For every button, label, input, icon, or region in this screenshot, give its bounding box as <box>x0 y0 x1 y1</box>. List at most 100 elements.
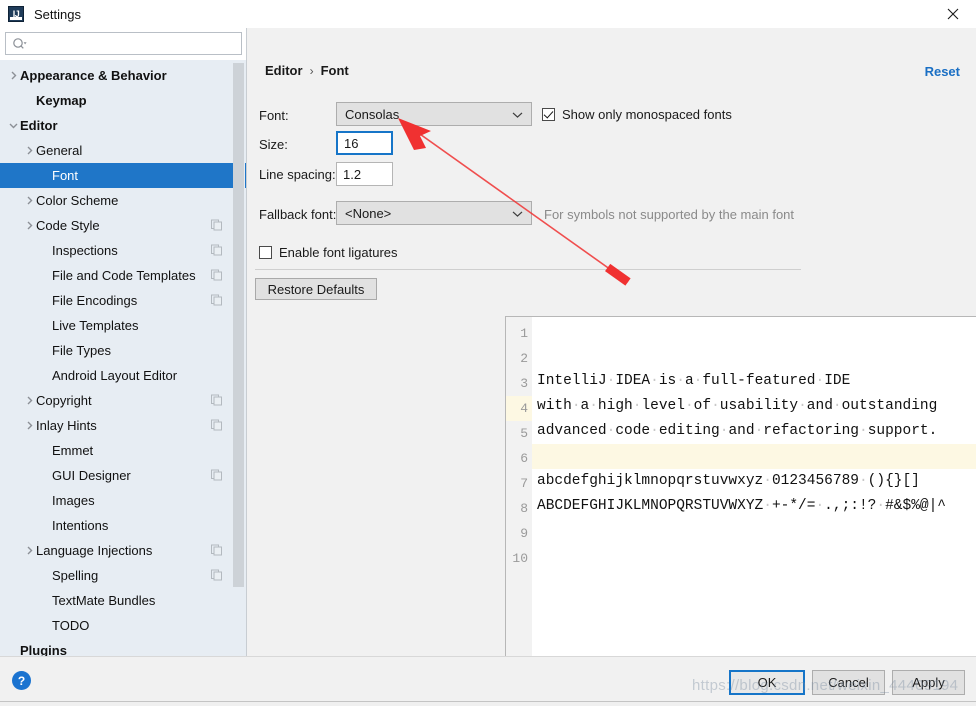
sidebar-item-label: GUI Designer <box>52 468 131 483</box>
settings-sidebar: Appearance & Behavior Keymap Editor General… <box>0 28 247 656</box>
search-icon <box>12 37 27 51</box>
sidebar-item-keymap[interactable]: Keymap <box>0 88 246 113</box>
search-box[interactable] <box>5 32 242 55</box>
sidebar-item-label: File Types <box>52 343 112 358</box>
size-input[interactable] <box>336 131 393 155</box>
close-icon[interactable] <box>930 0 976 28</box>
sidebar-item-language-injections[interactable]: Language Injections <box>0 538 246 563</box>
project-scope-icon <box>211 418 222 433</box>
chevron-right-icon[interactable] <box>22 221 36 230</box>
help-question-icon[interactable]: ? <box>12 671 31 690</box>
chevron-right-icon[interactable] <box>22 546 36 555</box>
sidebar-item-label: Spelling <box>52 568 99 583</box>
fallback-font-select[interactable]: <None> <box>336 201 532 225</box>
show-monospaced-checkbox-row[interactable]: Show only monospaced fonts <box>542 107 732 122</box>
preview-code-line: with·a·high·level·of·usability·and·outst… <box>537 398 938 414</box>
editor-code-area[interactable]: IntelliJ·IDEA·is·a·full-featured·IDE with… <box>532 317 976 683</box>
sidebar-item-live-templates[interactable]: Live Templates <box>0 313 246 338</box>
sidebar-item-file-types[interactable]: File Types <box>0 338 246 363</box>
project-scope-icon <box>211 268 222 283</box>
project-scope-icon <box>211 568 222 583</box>
breadcrumb-separator-icon: › <box>309 63 314 78</box>
restore-defaults-button[interactable]: Restore Defaults <box>255 278 377 300</box>
breadcrumb-parent[interactable]: Editor <box>265 63 303 78</box>
font-preview-editor[interactable]: 1 2 3 4 5 6 7 8 9 10 IntelliJ·IDEA·is·a·full-feat… <box>505 316 976 684</box>
cancel-button[interactable]: Cancel <box>812 670 885 695</box>
sidebar-item-plugins[interactable]: Plugins <box>0 638 246 656</box>
project-scope-icon <box>211 243 222 258</box>
font-ligatures-label: Enable font ligatures <box>279 245 398 260</box>
preview-code-line <box>532 519 976 544</box>
chevron-down-icon[interactable] <box>6 121 20 130</box>
sidebar-item-editor[interactable]: Editor <box>0 113 246 138</box>
fallback-font-value: <None> <box>345 205 392 221</box>
sidebar-item-label: Appearance & Behavior <box>20 68 167 83</box>
line-spacing-input[interactable] <box>336 162 393 186</box>
show-monospaced-checkbox[interactable] <box>542 108 555 121</box>
reset-link[interactable]: Reset <box>925 64 960 79</box>
sidebar-item-gui-designer[interactable]: GUI Designer <box>0 463 246 488</box>
chevron-down-icon <box>512 206 523 221</box>
chevron-right-icon[interactable] <box>6 71 20 80</box>
sidebar-item-inlay-hints[interactable]: Inlay Hints <box>0 413 246 438</box>
sidebar-item-todo[interactable]: TODO <box>0 613 246 638</box>
section-divider <box>255 269 801 270</box>
preview-code-line: advanced·code·editing·and·refactoring·su… <box>537 423 938 439</box>
preview-code-line: IntelliJ·IDEA·is·a·full-featured·IDE <box>537 373 851 389</box>
sidebar-item-textmate-bundles[interactable]: TextMate Bundles <box>0 588 246 613</box>
chevron-right-icon[interactable] <box>22 146 36 155</box>
preview-code-line: ABCDEFGHIJKLMNOPQRSTUVWXYZ·+-*/=·.,;:!?·… <box>537 498 947 514</box>
line-number: 1 <box>520 326 528 341</box>
sidebar-item-font[interactable]: Font <box>0 163 246 188</box>
sidebar-item-label: Images <box>52 493 95 508</box>
sidebar-item-images[interactable]: Images <box>0 488 246 513</box>
font-ligatures-checkbox-row[interactable]: Enable font ligatures <box>259 245 398 260</box>
font-family-value: Consolas <box>345 106 400 122</box>
sidebar-item-label: Intentions <box>52 518 109 533</box>
sidebar-scrollbar-thumb[interactable] <box>233 63 244 587</box>
sidebar-item-android-layout-editor[interactable]: Android Layout Editor <box>0 363 246 388</box>
search-input[interactable] <box>27 35 241 52</box>
sidebar-item-appearance-behavior[interactable]: Appearance & Behavior <box>0 63 246 88</box>
sidebar-item-label: Live Templates <box>52 318 139 333</box>
fallback-font-label: Fallback font: <box>259 207 337 222</box>
sidebar-item-label: Editor <box>20 118 58 133</box>
window-title: Settings <box>34 6 81 22</box>
font-ligatures-checkbox[interactable] <box>259 246 272 259</box>
font-family-select[interactable]: Consolas <box>336 102 532 126</box>
fallback-font-hint: For symbols not supported by the main fo… <box>544 207 795 222</box>
project-scope-icon <box>211 218 222 233</box>
line-number: 7 <box>520 476 528 491</box>
settings-tree[interactable]: Appearance & Behavior Keymap Editor General… <box>0 60 246 656</box>
sidebar-scrollbar-track[interactable] <box>233 60 245 656</box>
preview-code-line <box>532 544 976 569</box>
sidebar-item-code-style[interactable]: Code Style <box>0 213 246 238</box>
sidebar-item-spelling[interactable]: Spelling <box>0 563 246 588</box>
sidebar-item-label: Inlay Hints <box>36 418 97 433</box>
sidebar-item-intentions[interactable]: Intentions <box>0 513 246 538</box>
line-number: 9 <box>520 526 528 541</box>
sidebar-item-general[interactable]: General <box>0 138 246 163</box>
chevron-right-icon[interactable] <box>22 421 36 430</box>
line-spacing-label: Line spacing: <box>259 167 336 182</box>
show-monospaced-label: Show only monospaced fonts <box>562 107 732 122</box>
sidebar-item-emmet[interactable]: Emmet <box>0 438 246 463</box>
chevron-right-icon[interactable] <box>22 396 36 405</box>
apply-button[interactable]: Apply <box>892 670 965 695</box>
chevron-right-icon[interactable] <box>22 196 36 205</box>
sidebar-item-file-encodings[interactable]: File Encodings <box>0 288 246 313</box>
ok-button[interactable]: OK <box>729 670 805 695</box>
sidebar-item-file-and-code-templates[interactable]: File and Code Templates <box>0 263 246 288</box>
font-label: Font: <box>259 108 289 123</box>
preview-code-line: abcdefghijklmnopqrstuvwxyz·0123456789·()… <box>537 473 920 489</box>
sidebar-item-label: General <box>36 143 83 158</box>
sidebar-item-label: Code Style <box>36 218 100 233</box>
sidebar-item-inspections[interactable]: Inspections <box>0 238 246 263</box>
sidebar-item-color-scheme[interactable]: Color Scheme <box>0 188 246 213</box>
sidebar-item-label: Color Scheme <box>36 193 119 208</box>
breadcrumb: Editor › Font <box>265 63 349 78</box>
preview-code-line <box>532 569 976 594</box>
sidebar-item-copyright[interactable]: Copyright <box>0 388 246 413</box>
line-number: 6 <box>520 451 528 466</box>
line-number: 8 <box>520 501 528 516</box>
